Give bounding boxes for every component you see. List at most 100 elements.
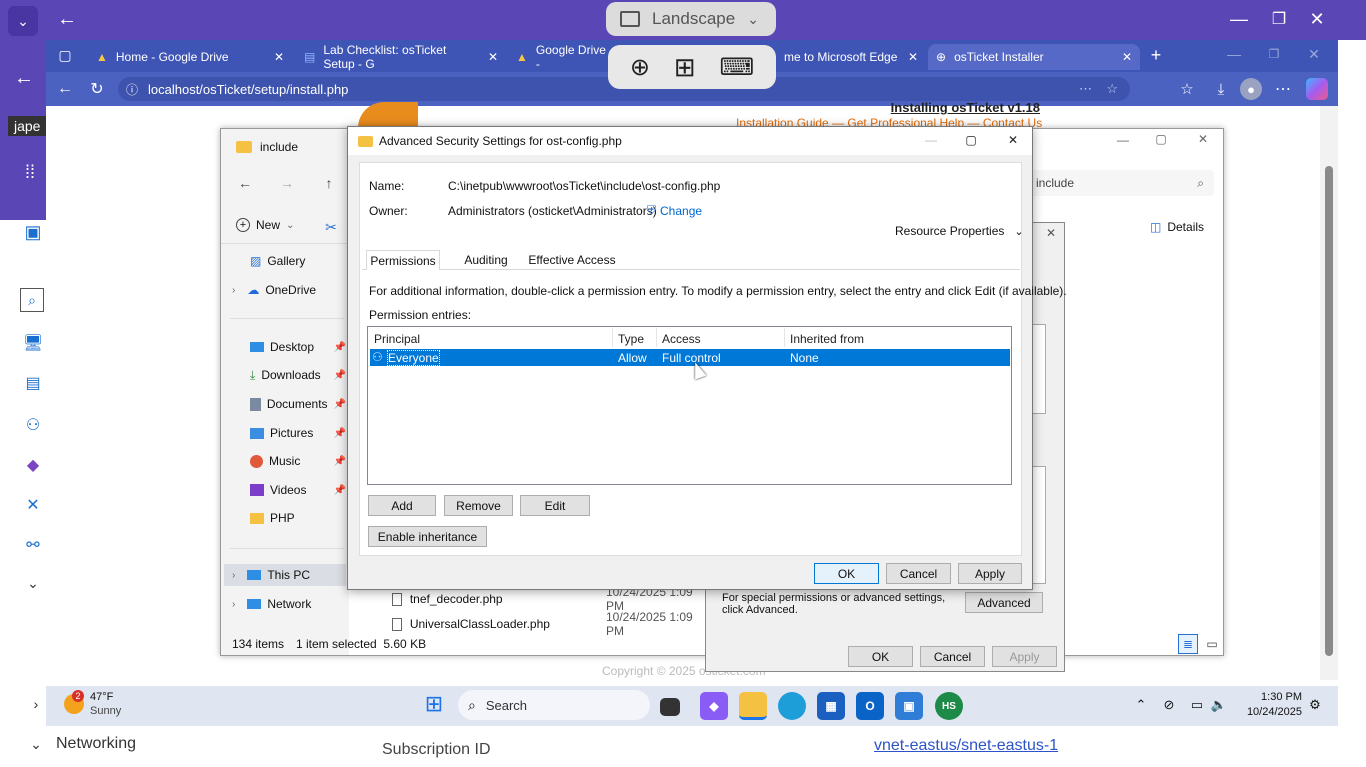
explorer-minimize-icon[interactable]: — — [1114, 132, 1132, 148]
up-icon[interactable]: ↑ — [320, 174, 338, 192]
host-back-icon[interactable]: ← — [56, 8, 78, 30]
nav-videos[interactable]: Videos 📌 — [250, 479, 346, 501]
network-status-icon[interactable]: ⊘ — [1160, 696, 1178, 714]
users-icon[interactable]: ⚇ — [22, 414, 44, 436]
nav-this-pc[interactable]: › This PC — [224, 564, 346, 586]
chevron-right-icon[interactable]: › — [26, 694, 46, 714]
nav-documents[interactable]: Documents 📌 — [250, 393, 346, 415]
remote-desktop-icon[interactable]: ▣ — [895, 692, 923, 720]
details-view-icon[interactable]: ≣ — [1178, 634, 1198, 654]
browser-minimize-icon[interactable]: — — [1224, 44, 1244, 64]
advanced-button[interactable]: Advanced — [965, 592, 1043, 613]
edit-button[interactable]: Edit — [520, 495, 590, 516]
clock[interactable]: 1:30 PM 10/24/2025 — [1238, 690, 1302, 720]
tab-permissions[interactable]: Permissions — [366, 250, 440, 270]
chevron-up-icon[interactable]: ⌃ — [1132, 696, 1150, 714]
tools-icon[interactable]: ✕ — [22, 494, 44, 516]
ok-button[interactable]: OK — [814, 563, 879, 584]
tab-lab-checklist[interactable]: ▤ Lab Checklist: osTicket Setup - G ✕ — [296, 43, 506, 71]
close-icon[interactable]: ✕ — [488, 50, 498, 64]
back-icon[interactable]: ← — [54, 78, 76, 100]
reader-icon[interactable]: ⋯ — [1079, 81, 1092, 97]
host-minimize-icon[interactable]: — — [1228, 8, 1250, 30]
nav-downloads[interactable]: ⤓ Downloads 📌 — [250, 364, 346, 386]
new-tab-icon[interactable]: + — [1146, 44, 1166, 66]
explorer-close-icon[interactable]: ✕ — [1194, 130, 1212, 148]
site-info-icon[interactable]: ⓘ — [126, 81, 138, 98]
tab-actions-icon[interactable]: ▢ — [54, 44, 76, 66]
settings-icon[interactable]: ⚙ — [1306, 696, 1324, 714]
windows-key-icon[interactable]: ⊞ — [674, 52, 696, 83]
network-icon[interactable]: ⚯ — [22, 534, 44, 556]
forward-icon[interactable]: → — [278, 174, 296, 192]
dialog-close-icon[interactable]: ✕ — [1004, 131, 1022, 149]
browser-close-icon[interactable]: ✕ — [1304, 44, 1324, 64]
volume-icon[interactable]: 🔈 — [1210, 696, 1228, 714]
props-ok-button[interactable]: OK — [848, 646, 913, 667]
tab-effective-access[interactable]: Effective Access — [528, 250, 616, 269]
new-button[interactable]: + New ⌄ — [236, 218, 294, 232]
store-icon[interactable]: ▦ — [817, 692, 845, 720]
hs-app-icon[interactable]: HS — [935, 692, 963, 720]
close-icon[interactable]: ✕ — [908, 50, 918, 64]
dialog-maximize-icon[interactable]: ▢ — [962, 131, 980, 149]
copilot-icon[interactable] — [1306, 78, 1328, 100]
zoom-in-icon[interactable]: ⊕ — [630, 53, 650, 82]
cancel-button[interactable]: Cancel — [886, 563, 951, 584]
keyboard-icon[interactable]: ⌨ — [719, 53, 754, 82]
props-cancel-button[interactable]: Cancel — [920, 646, 985, 667]
refresh-icon[interactable]: ↻ — [86, 78, 108, 100]
nav-pictures[interactable]: Pictures 📌 — [250, 422, 346, 444]
favorites-icon[interactable]: ☆ — [1176, 78, 1198, 100]
tab-google-drive[interactable]: ▲ Google Drive - — [508, 43, 608, 71]
chevron-right-icon[interactable]: › — [232, 285, 235, 296]
nav-onedrive[interactable]: › ☁ OneDrive — [232, 279, 346, 301]
props-apply-button[interactable]: Apply — [992, 646, 1057, 667]
monitor-icon[interactable]: ▣ — [22, 220, 44, 244]
tab-osticket-installer[interactable]: ⊕ osTicket Installer ✕ — [928, 44, 1140, 70]
apps-grid-icon[interactable]: ⁞⁞ — [18, 160, 42, 184]
col-access[interactable]: Access — [662, 332, 701, 346]
app-icon[interactable]: ◆ — [700, 692, 728, 720]
col-principal[interactable]: Principal — [374, 332, 420, 346]
details-button[interactable]: ◫ Details — [1150, 220, 1204, 234]
host-back-arrow-icon[interactable]: ← — [12, 66, 36, 90]
explorer-search-box[interactable]: include ⌕ — [1030, 170, 1214, 196]
back-icon[interactable]: ← — [236, 174, 254, 192]
change-owner-link[interactable]: ⛨ Change — [647, 203, 702, 218]
large-icons-view-icon[interactable]: ▭ — [1202, 634, 1222, 654]
tag-icon[interactable]: ◆ — [22, 454, 44, 476]
browser-restore-icon[interactable]: ❐ — [1264, 44, 1284, 64]
explorer-maximize-icon[interactable]: ▢ — [1152, 130, 1170, 148]
search-icon[interactable]: ⌕ — [20, 288, 44, 312]
nav-music[interactable]: Music 📌 — [250, 450, 346, 472]
add-button[interactable]: Add — [368, 495, 436, 516]
close-icon[interactable]: ✕ — [274, 50, 284, 64]
computer-icon[interactable]: 🖥 — [22, 332, 44, 354]
remove-button[interactable]: Remove — [444, 495, 513, 516]
tab-google-drive-home[interactable]: ▲ Home - Google Drive ✕ — [88, 44, 292, 70]
page-scrollbar[interactable] — [1320, 106, 1338, 680]
task-view-icon[interactable] — [660, 698, 680, 716]
nav-network[interactable]: › Network — [232, 593, 346, 615]
start-icon[interactable]: ⊞ — [422, 691, 446, 716]
resource-properties[interactable]: Resource Properties ⌄ — [895, 224, 1024, 238]
host-close-icon[interactable]: ✕ — [1306, 8, 1328, 30]
close-icon[interactable]: ✕ — [1122, 50, 1132, 64]
orientation-toggle[interactable]: Landscape ⌄ — [606, 2, 776, 36]
col-type[interactable]: Type — [618, 332, 644, 346]
taskbar-search[interactable]: ⌕ Search — [458, 690, 650, 720]
display-icon[interactable]: ▭ — [1188, 696, 1206, 714]
book-icon[interactable]: ▤ — [22, 372, 44, 394]
more-icon[interactable]: ⋯ — [1272, 78, 1294, 100]
tab-auditing[interactable]: Auditing — [456, 250, 516, 269]
chevron-down-icon[interactable]: ⌄ — [26, 734, 46, 754]
host-restore-icon[interactable]: ❐ — [1268, 8, 1290, 30]
chevron-down-icon[interactable]: ⌄ — [22, 572, 44, 594]
nav-php[interactable]: PHP — [250, 507, 346, 529]
nav-gallery[interactable]: ▨ Gallery — [250, 250, 346, 272]
enable-inheritance-button[interactable]: Enable inheritance — [368, 526, 487, 547]
file-row[interactable]: UniversalClassLoader.php 10/24/2025 1:09… — [392, 610, 712, 638]
host-menu-button[interactable]: ⌄ — [8, 6, 38, 36]
edge-icon[interactable] — [778, 692, 806, 720]
